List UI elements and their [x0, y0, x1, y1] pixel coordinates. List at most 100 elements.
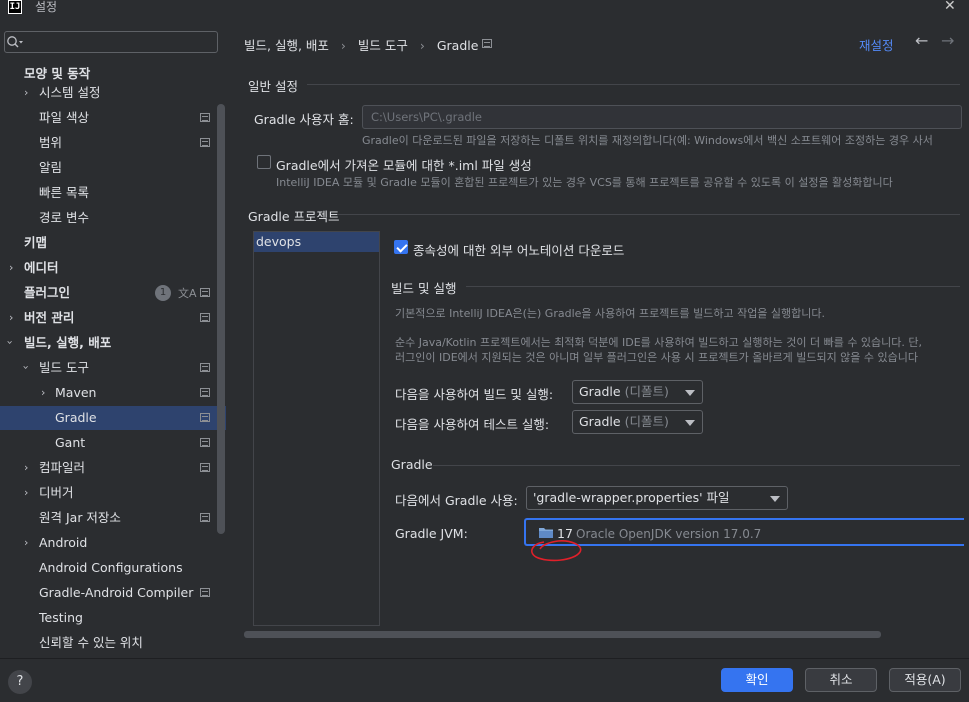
sidebar-item-file-colors[interactable]: 파일 색상	[39, 106, 89, 130]
project-scope-icon	[200, 463, 210, 472]
sidebar-item-notifications[interactable]: 알림	[39, 156, 62, 180]
sidebar-item-remote-jar-repositories[interactable]: 원격 Jar 저장소	[39, 506, 121, 530]
sidebar-item-system-settings[interactable]: 시스템 설정	[39, 81, 100, 105]
help-button[interactable]: ?	[8, 670, 32, 694]
gradle-projects-list	[253, 231, 380, 626]
dropdown-arrow-icon	[685, 420, 695, 426]
ok-button[interactable]: 확인	[721, 668, 793, 692]
generate-iml-label: Gradle에서 가져온 모듈에 대한 *.iml 파일 생성	[276, 158, 532, 173]
sidebar-item-build-tools[interactable]: 빌드 도구	[39, 356, 89, 380]
run-tests-using-default: (디폴트)	[624, 414, 669, 429]
use-gradle-from-label: 다음에서 Gradle 사용:	[395, 493, 518, 508]
chevron-right-icon[interactable]: ›	[41, 386, 45, 399]
breadcrumb: 빌드, 실행, 배포 › 빌드 도구 › Gradle	[244, 35, 478, 54]
project-list-item-devops[interactable]: devops	[254, 232, 379, 252]
gradle-user-home-value: C:\Users\PC\.gradle	[371, 110, 482, 124]
chevron-right-icon[interactable]: ›	[9, 311, 13, 324]
run-tests-using-value: Gradle	[579, 414, 621, 429]
project-scope-icon	[200, 138, 210, 147]
gradle-user-home-label: Gradle 사용자 홈:	[254, 112, 354, 127]
breadcrumb-item[interactable]: 빌드 도구	[358, 38, 408, 53]
project-scope-icon	[200, 363, 210, 372]
build-run-using-dropdown[interactable]: Gradle (디폴트)	[572, 380, 703, 404]
sidebar-item-plugins[interactable]: 플러그인	[24, 281, 70, 305]
sidebar-item-maven[interactable]: Maven	[55, 381, 96, 405]
window-title: 설정	[35, 0, 58, 14]
project-scope-icon	[200, 113, 210, 122]
content-scrollbar[interactable]	[244, 631, 881, 638]
section-divider	[433, 465, 960, 466]
forward-arrow-icon[interactable]: →	[941, 31, 954, 50]
sidebar-item-editor[interactable]: 에디터	[24, 256, 59, 280]
chevron-right-icon[interactable]: ›	[24, 486, 28, 499]
plugin-update-badge: 1	[155, 285, 171, 301]
project-scope-icon	[200, 413, 210, 422]
sidebar-item-gant[interactable]: Gant	[55, 431, 85, 455]
sidebar-item-android-configurations[interactable]: Android Configurations	[39, 556, 183, 580]
section-divider	[466, 286, 960, 287]
sidebar-item-build-execution-deployment[interactable]: 빌드, 실행, 배포	[24, 331, 111, 355]
dropdown-arrow-icon	[685, 390, 695, 396]
gradle-user-home-hint: Gradle이 다운로드된 파일을 저장하는 디폴트 위치를 재정의합니다(예:…	[362, 134, 933, 147]
section-divider	[307, 84, 960, 85]
chevron-down-icon[interactable]: ›	[20, 365, 33, 369]
breadcrumb-separator: ›	[419, 38, 425, 53]
gradle-jvm-label: Gradle JVM:	[395, 526, 468, 541]
sidebar-item-trusted-locations[interactable]: 신뢰할 수 있는 위치	[39, 631, 143, 655]
project-scope-icon	[200, 388, 210, 397]
apply-button[interactable]: 적용(A)	[889, 668, 961, 692]
build-run-using-label: 다음을 사용하여 빌드 및 실행:	[395, 387, 554, 402]
red-annotation-circle	[531, 540, 582, 562]
reset-link[interactable]: 재설정	[859, 35, 894, 54]
dropdown-arrow-icon	[770, 496, 780, 502]
close-window-button[interactable]: ✕	[944, 0, 956, 14]
settings-search-input[interactable]	[4, 31, 218, 53]
chevron-right-icon[interactable]: ›	[24, 86, 28, 99]
build-run-desc: 순수 Java/Kotlin 프로젝트에서는 최적화 덕분에 IDE를 사용하여…	[395, 336, 923, 349]
project-scope-icon	[200, 588, 210, 597]
sidebar-item-android[interactable]: Android	[39, 531, 87, 555]
run-tests-using-dropdown[interactable]: Gradle (디폴트)	[572, 410, 703, 434]
sidebar-item-scopes[interactable]: 범위	[39, 131, 62, 155]
general-settings-title: 일반 설정	[248, 79, 298, 94]
chevron-down-icon[interactable]: ›	[4, 340, 17, 344]
gradle-user-home-field[interactable]: C:\Users\PC\.gradle	[362, 105, 962, 129]
build-run-desc: 기본적으로 IntelliJ IDEA은(는) Gradle을 사용하여 프로젝…	[395, 307, 826, 320]
breadcrumb-item[interactable]: 빌드, 실행, 배포	[244, 38, 329, 53]
section-divider	[338, 214, 960, 215]
search-icon	[7, 36, 23, 48]
generate-iml-checkbox[interactable]	[257, 155, 271, 169]
sidebar-item-quick-lists[interactable]: 빠른 목록	[39, 181, 89, 205]
cancel-button[interactable]: 취소	[805, 668, 877, 692]
sidebar-item-testing[interactable]: Testing	[39, 606, 83, 630]
project-scope-icon	[200, 513, 210, 522]
project-scope-icon	[200, 313, 210, 322]
sidebar-item-gradle[interactable]: Gradle	[0, 406, 226, 430]
gradle-jvm-name: Oracle OpenJDK version 17.0.7	[576, 527, 762, 541]
use-gradle-from-dropdown[interactable]: 'gradle-wrapper.properties' 파일	[526, 486, 788, 510]
sidebar-item-compiler[interactable]: 컴파일러	[39, 456, 85, 480]
sidebar-item-debugger[interactable]: 디버거	[39, 481, 74, 505]
project-scope-icon	[200, 438, 210, 447]
sidebar-scrollbar[interactable]	[217, 104, 225, 534]
sidebar-item-keymap[interactable]: 키맵	[24, 231, 47, 255]
gradle-projects-title: Gradle 프로젝트	[248, 209, 340, 224]
chevron-right-icon[interactable]: ›	[9, 261, 13, 274]
back-arrow-icon[interactable]: ←	[915, 31, 928, 50]
chevron-right-icon[interactable]: ›	[24, 461, 28, 474]
breadcrumb-item-current: Gradle	[436, 38, 479, 53]
build-run-title: 빌드 및 실행	[391, 281, 457, 296]
chevron-right-icon[interactable]: ›	[24, 536, 28, 549]
intellij-logo-icon: IJ	[8, 0, 22, 14]
run-tests-using-label: 다음을 사용하여 테스트 실행:	[395, 417, 550, 432]
download-annotations-checkbox[interactable]	[394, 240, 408, 254]
sidebar-item-version-control[interactable]: 버전 관리	[24, 306, 74, 330]
build-run-using-default: (디폴트)	[624, 384, 669, 399]
project-scope-icon	[482, 39, 492, 48]
build-run-using-value: Gradle	[579, 384, 621, 399]
download-annotations-label: 종속성에 대한 외부 어노테이션 다운로드	[413, 243, 625, 258]
gradle-section-title: Gradle	[391, 457, 433, 472]
sidebar-item-gradle-android-compiler[interactable]: Gradle-Android Compiler	[39, 581, 193, 605]
sidebar-item-path-variables[interactable]: 경로 변수	[39, 206, 89, 230]
project-scope-icon	[200, 288, 210, 297]
